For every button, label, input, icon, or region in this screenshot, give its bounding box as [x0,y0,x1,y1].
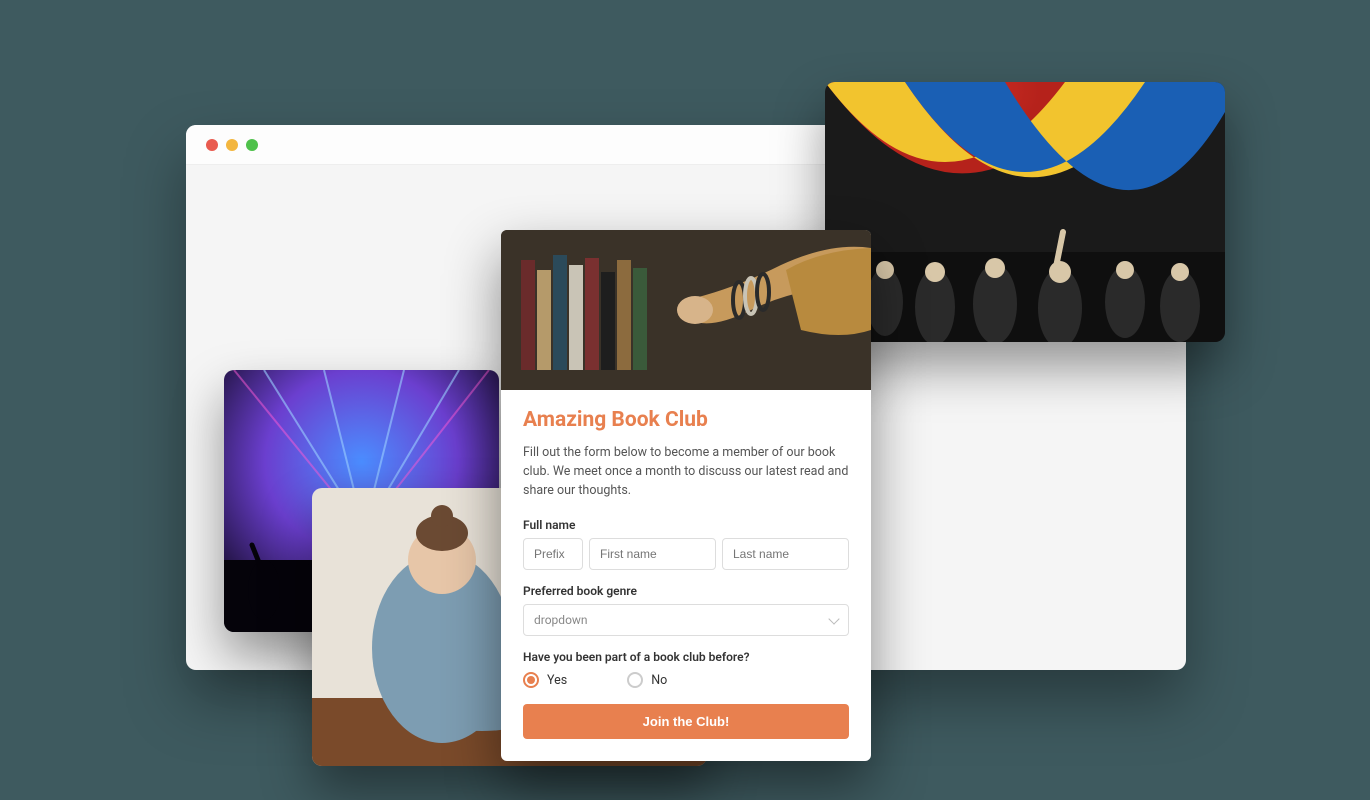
fullname-label: Full name [523,518,849,532]
chevron-down-icon [828,613,839,624]
genre-label: Preferred book genre [523,584,849,598]
window-close-icon[interactable] [206,139,218,151]
radio-no[interactable]: No [627,672,667,688]
window-maximize-icon[interactable] [246,139,258,151]
radio-yes-icon [523,672,539,688]
firstname-input[interactable] [589,538,716,570]
submit-button[interactable]: Join the Club! [523,704,849,739]
prior-club-label: Have you been part of a book club before… [523,650,849,664]
genre-select[interactable]: dropdown [523,604,849,636]
radio-yes[interactable]: Yes [523,672,567,688]
radio-no-icon [627,672,643,688]
radio-yes-label: Yes [547,673,567,688]
window-minimize-icon[interactable] [226,139,238,151]
radio-no-label: No [651,673,667,688]
genre-select-value: dropdown [534,613,588,627]
lastname-input[interactable] [722,538,849,570]
form-title: Amazing Book Club [523,408,849,432]
form-description: Fill out the form below to become a memb… [523,444,849,500]
form-hero-image [501,230,871,390]
hero-image-rainbow-flag [825,82,1225,342]
prefix-input[interactable] [523,538,583,570]
signup-form-card: Amazing Book Club Fill out the form belo… [501,230,871,761]
